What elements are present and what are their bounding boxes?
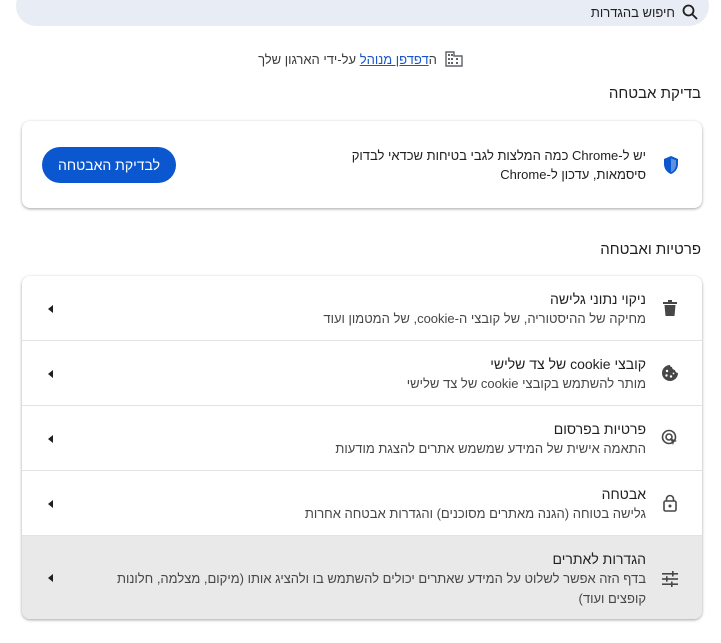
row-subtitle: מחיקה של ההיסטוריה, של קובצי ה-cookie, ש…	[323, 311, 646, 326]
arrow-left-icon	[46, 304, 54, 314]
row-subtitle: בדף הזה אפשר לשלוט על המידע שאתרים יכולי…	[116, 571, 646, 606]
building-icon	[445, 51, 463, 67]
arrow-left-icon	[46, 369, 54, 379]
safety-check-heading: בדיקת אבטחה	[608, 85, 701, 102]
site-settings-row[interactable]: הגדרות לאתרים בדף הזה אפשר לשלוט על המיד…	[22, 536, 702, 619]
row-title: הגדרות לאתרים	[552, 551, 646, 567]
safety-check-text: יש ל-Chrome כמה המלצות לגבי בטיחות שכדאי…	[326, 146, 646, 184]
safety-check-card: יש ל-Chrome כמה המלצות לגבי בטיחות שכדאי…	[22, 121, 702, 208]
safety-check-line2: סיסמאות, עדכון ל-Chrome	[500, 167, 646, 182]
search-input[interactable]	[75, 4, 675, 20]
clear-browsing-data-row[interactable]: ניקוי נתוני גלישה מחיקה של ההיסטוריה, של…	[22, 276, 702, 341]
row-title: אבטחה	[601, 486, 646, 502]
trash-icon	[660, 298, 680, 318]
tune-icon	[660, 569, 680, 589]
run-safety-check-button[interactable]: לבדיקת האבטחה	[42, 147, 176, 183]
row-title: קובצי cookie של צד שלישי	[490, 356, 646, 372]
search-icon[interactable]	[681, 3, 699, 21]
cookie-icon	[660, 363, 680, 383]
managed-prefix: ה	[428, 51, 437, 67]
lock-icon	[660, 493, 680, 513]
row-title: פרטיות בפרסום	[553, 421, 646, 437]
arrow-left-icon	[46, 573, 54, 583]
privacy-security-heading: פרטיות ואבטחה	[600, 241, 701, 258]
safety-check-line1: יש ל-Chrome כמה המלצות לגבי בטיחות שכדאי…	[351, 148, 646, 163]
arrow-left-icon	[46, 499, 54, 509]
row-subtitle: גלישה בטוחה (הגנה מאתרים מסוכנים) והגדרו…	[304, 506, 646, 521]
row-subtitle: מותר להשתמש בקובצי cookie של צד שלישי	[406, 376, 646, 391]
row-subtitle: התאמה אישית של המידע שמשמש אתרים להצגת מ…	[335, 441, 646, 456]
managed-browser-notice: ה דפדפן מנוהל על-ידי הארגון שלך	[0, 48, 721, 70]
managed-browser-link[interactable]: דפדפן מנוהל	[360, 52, 429, 67]
managed-suffix: על-ידי הארגון שלך	[258, 51, 360, 67]
arrow-left-icon	[46, 434, 54, 444]
privacy-security-card: ניקוי נתוני גלישה מחיקה של ההיסטוריה, של…	[22, 276, 702, 619]
settings-search-bar[interactable]	[16, 0, 709, 26]
third-party-cookies-row[interactable]: קובצי cookie של צד שלישי מותר להשתמש בקו…	[22, 341, 702, 406]
security-row[interactable]: אבטחה גלישה בטוחה (הגנה מאתרים מסוכנים) …	[22, 471, 702, 536]
shield-check-icon	[662, 155, 680, 175]
row-title: ניקוי נתוני גלישה	[549, 291, 646, 307]
ad-privacy-icon	[660, 428, 680, 448]
ad-privacy-row[interactable]: פרטיות בפרסום התאמה אישית של המידע שמשמש…	[22, 406, 702, 471]
